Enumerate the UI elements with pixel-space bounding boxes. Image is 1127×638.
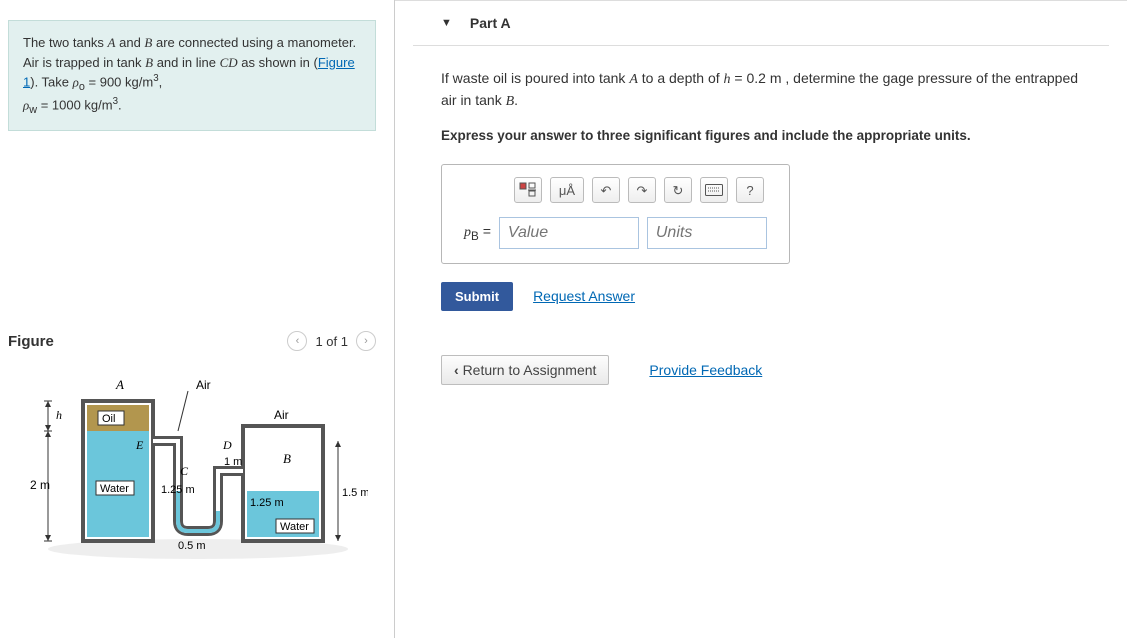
svg-text:D: D — [222, 438, 232, 452]
svg-text:h: h — [56, 408, 62, 422]
figure-diagram: A Air Air B h 2 m D 1 m C E 1.25 m 1.25 … — [8, 371, 376, 564]
special-chars-button[interactable]: μÅ — [550, 177, 584, 203]
svg-text:0.5 m: 0.5 m — [178, 540, 206, 552]
svg-text:C: C — [180, 464, 189, 478]
prev-figure-button[interactable]: ‹ — [287, 331, 307, 351]
units-input[interactable] — [647, 217, 767, 249]
svg-text:1.5 m: 1.5 m — [342, 487, 368, 499]
figure-counter: 1 of 1 — [315, 334, 348, 349]
answer-lhs: pB = — [464, 221, 491, 245]
template-picker-button[interactable] — [514, 177, 542, 203]
problem-statement: The two tanks A and B are connected usin… — [8, 20, 376, 131]
svg-text:Water: Water — [100, 483, 129, 495]
part-title: Part A — [470, 15, 511, 31]
redo-button[interactable]: ↷ — [628, 177, 656, 203]
next-figure-button[interactable]: › — [356, 331, 376, 351]
svg-text:Oil: Oil — [102, 413, 115, 425]
caret-down-icon: ▼ — [441, 17, 452, 29]
svg-text:1.25 m: 1.25 m — [250, 497, 284, 509]
part-a-header[interactable]: ▼ Part A — [413, 1, 1109, 46]
help-button[interactable]: ? — [736, 177, 764, 203]
provide-feedback-link[interactable]: Provide Feedback — [649, 360, 762, 381]
undo-button[interactable]: ↶ — [592, 177, 620, 203]
figure-heading: Figure — [8, 333, 54, 350]
svg-text:Water: Water — [280, 521, 309, 533]
svg-text:1 m: 1 m — [224, 456, 242, 468]
question-text: If waste oil is poured into tank A to a … — [441, 68, 1097, 112]
svg-text:B: B — [283, 451, 291, 466]
reset-button[interactable]: ↻ — [664, 177, 692, 203]
value-input[interactable] — [499, 217, 639, 249]
keyboard-button[interactable] — [700, 177, 728, 203]
svg-text:Air: Air — [274, 408, 289, 422]
return-button[interactable]: Return to Assignment — [441, 355, 609, 385]
submit-button[interactable]: Submit — [441, 282, 513, 311]
request-answer-link[interactable]: Request Answer — [533, 286, 635, 307]
svg-text:E: E — [135, 438, 144, 452]
svg-text:1.25 m: 1.25 m — [161, 484, 195, 496]
svg-text:Air: Air — [196, 378, 211, 392]
answer-panel: μÅ ↶ ↷ ↻ ? pB = — [441, 164, 790, 264]
svg-text:2 m: 2 m — [30, 478, 50, 492]
svg-text:A: A — [115, 377, 124, 392]
instruction-text: Express your answer to three significant… — [441, 126, 1097, 146]
figure-pager: ‹ 1 of 1 › — [287, 331, 376, 351]
